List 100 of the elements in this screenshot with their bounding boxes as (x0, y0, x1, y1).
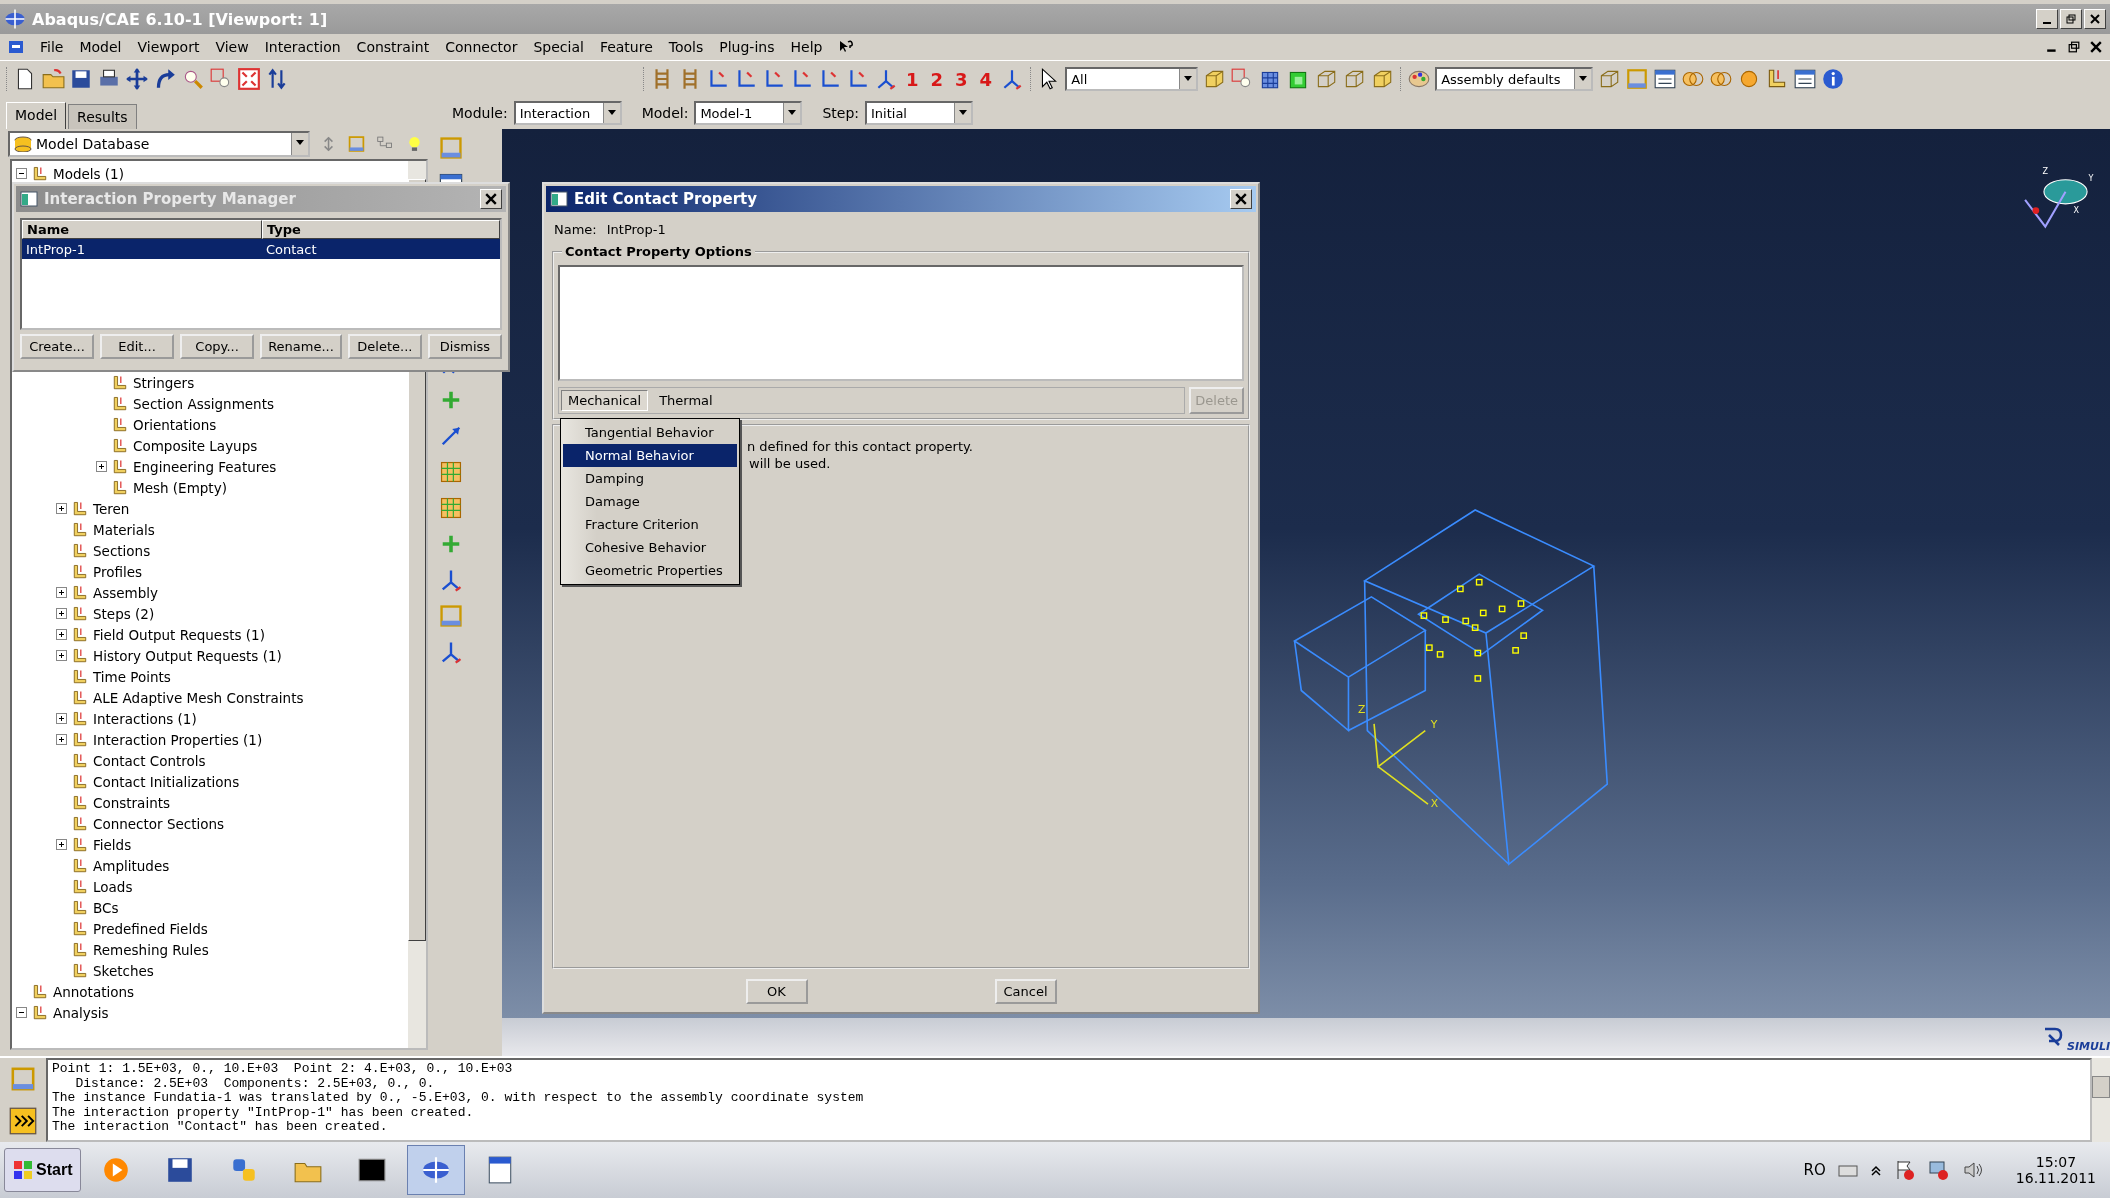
expand-toggle-icon[interactable] (56, 587, 67, 598)
start-button[interactable]: Start (4, 1148, 82, 1192)
expand-toggle-icon[interactable] (56, 608, 67, 619)
dialog-button[interactable]: Edit... (100, 334, 175, 359)
tree-item[interactable]: Fields (93, 836, 132, 853)
menu-item[interactable]: Tools (668, 39, 704, 55)
info-icon[interactable] (1821, 67, 1846, 91)
tree-item[interactable]: Steps (2) (93, 605, 155, 622)
tree-item[interactable]: Interactions (1) (93, 710, 197, 727)
speaker-icon[interactable] (1961, 1159, 1984, 1181)
tab[interactable]: Model (6, 102, 67, 129)
tree-item[interactable]: BCs (93, 899, 119, 916)
tree-item[interactable]: Interaction Properties (1) (93, 731, 263, 748)
display-group-dropdown[interactable]: Assembly defaults (1435, 67, 1594, 91)
close-button[interactable] (1230, 189, 1252, 209)
tree-item[interactable]: History Output Requests (1) (93, 647, 282, 664)
menu-item[interactable]: Feature (599, 39, 653, 55)
language-indicator[interactable]: RO (1803, 1161, 1826, 1179)
tree-item[interactable]: Models (1) (53, 165, 124, 182)
fit-icon[interactable] (237, 67, 261, 91)
table-row[interactable]: IntProp-1 Contact (22, 239, 500, 259)
close-button[interactable] (480, 189, 502, 209)
dialog-button[interactable]: Delete... (347, 334, 422, 359)
tree-item[interactable]: Annotations (53, 983, 135, 1000)
restore-button[interactable] (2060, 9, 2082, 29)
menu-item[interactable]: Geometric Properties (563, 559, 737, 582)
tree-item[interactable]: Predefined Fields (93, 920, 208, 937)
tree-item[interactable]: Loads (93, 878, 133, 895)
menu-item[interactable]: Model (79, 39, 122, 55)
menu-item[interactable]: Fracture Criterion (563, 513, 737, 536)
dialog-button[interactable]: Copy... (180, 334, 255, 359)
context-dropdown[interactable]: Interaction (513, 101, 622, 125)
context-dropdown[interactable]: Model-1 (694, 101, 803, 125)
menu-item[interactable]: Viewport (137, 39, 200, 55)
tree-item[interactable]: Field Output Requests (1) (93, 626, 265, 643)
model-database-dropdown[interactable]: Model Database (8, 131, 310, 157)
context-dropdown[interactable]: Initial (865, 101, 973, 125)
clock-date[interactable]: 16.11.2011 (2015, 1170, 2096, 1186)
tree-item[interactable]: Sections (93, 542, 151, 559)
menu-item[interactable]: Help (790, 39, 823, 55)
grid-icon[interactable] (438, 495, 464, 521)
tree-item[interactable]: Sketches (93, 962, 154, 979)
selection-filter-dropdown[interactable]: All (1065, 67, 1199, 91)
tree-item[interactable]: Engineering Features (133, 458, 277, 475)
tab[interactable]: Results (68, 104, 137, 129)
menu-item[interactable]: Cohesive Behavior (563, 536, 737, 559)
tree-item[interactable]: Assembly (93, 584, 159, 601)
cancel-button[interactable]: Cancel (994, 979, 1057, 1004)
tree-item[interactable]: Connector Sections (93, 815, 225, 832)
tree-item[interactable]: Constraints (93, 794, 171, 811)
expand-toggle-icon[interactable] (56, 629, 67, 640)
expand-toggle-icon[interactable] (56, 650, 67, 661)
minimize-button[interactable] (2036, 9, 2058, 29)
menu-item[interactable]: Damping (563, 467, 737, 490)
clock-time[interactable]: 15:07 (2035, 1154, 2077, 1170)
dialog-button[interactable]: Create... (20, 334, 94, 359)
dialog-button[interactable]: Rename... (260, 334, 342, 359)
tree-item[interactable]: Contact Controls (93, 752, 206, 769)
expand-toggle-icon[interactable] (56, 713, 67, 724)
close-icon[interactable] (2090, 41, 2102, 53)
table-icon[interactable] (1653, 67, 1678, 91)
restore-icon[interactable] (2068, 41, 2080, 53)
network-icon[interactable] (1927, 1159, 1950, 1181)
expand-toggle-icon[interactable] (16, 1007, 27, 1018)
column-header[interactable]: Name (22, 220, 262, 239)
menu-item[interactable]: View (215, 39, 249, 55)
tree-item[interactable]: ALE Adaptive Mesh Constraints (93, 689, 304, 706)
pan-icon[interactable] (125, 67, 149, 91)
save-icon[interactable] (69, 67, 93, 91)
menu-item[interactable]: Tangential Behavior (563, 421, 737, 444)
tree-item[interactable]: Section Assignments (133, 395, 274, 412)
tree-item[interactable]: Orientations (133, 416, 217, 433)
tree-item[interactable]: Mesh (Empty) (133, 479, 227, 496)
menu-item[interactable]: Normal Behavior (563, 444, 737, 467)
context-help-icon[interactable] (838, 39, 855, 55)
tree-item[interactable]: Contact Initializations (93, 773, 240, 790)
scrollbar[interactable] (2092, 1058, 2110, 1142)
tree-item[interactable]: Time Points (93, 668, 171, 685)
column-header[interactable]: Type (262, 220, 500, 239)
menu-item[interactable]: File (40, 39, 64, 55)
menu-item[interactable]: Constraint (356, 39, 430, 55)
options-list[interactable] (558, 265, 1244, 381)
close-button[interactable] (2084, 9, 2106, 29)
expand-toggle-icon[interactable] (56, 734, 67, 745)
menu-item[interactable]: Damage (563, 490, 737, 513)
expand-toggle-icon[interactable] (16, 168, 27, 179)
expand-toggle-icon[interactable] (96, 461, 107, 472)
menu-item[interactable]: Special (533, 39, 584, 55)
tree-item[interactable]: Remeshing Rules (93, 941, 209, 958)
grid-icon[interactable] (438, 459, 464, 485)
tree-item[interactable]: Composite Layups (133, 437, 258, 454)
menu-item[interactable]: Interaction (264, 39, 341, 55)
tree-item[interactable]: Amplitudes (93, 857, 170, 874)
tree-item[interactable]: Stringers (133, 374, 195, 391)
expand-toggle-icon[interactable] (56, 839, 67, 850)
expand-toggle-icon[interactable] (56, 503, 67, 514)
menu-item[interactable]: Plug-ins (719, 39, 775, 55)
menu-item[interactable]: Connector (445, 39, 518, 55)
tree-item[interactable]: Teren (93, 500, 130, 517)
tree-item[interactable]: Materials (93, 521, 155, 538)
